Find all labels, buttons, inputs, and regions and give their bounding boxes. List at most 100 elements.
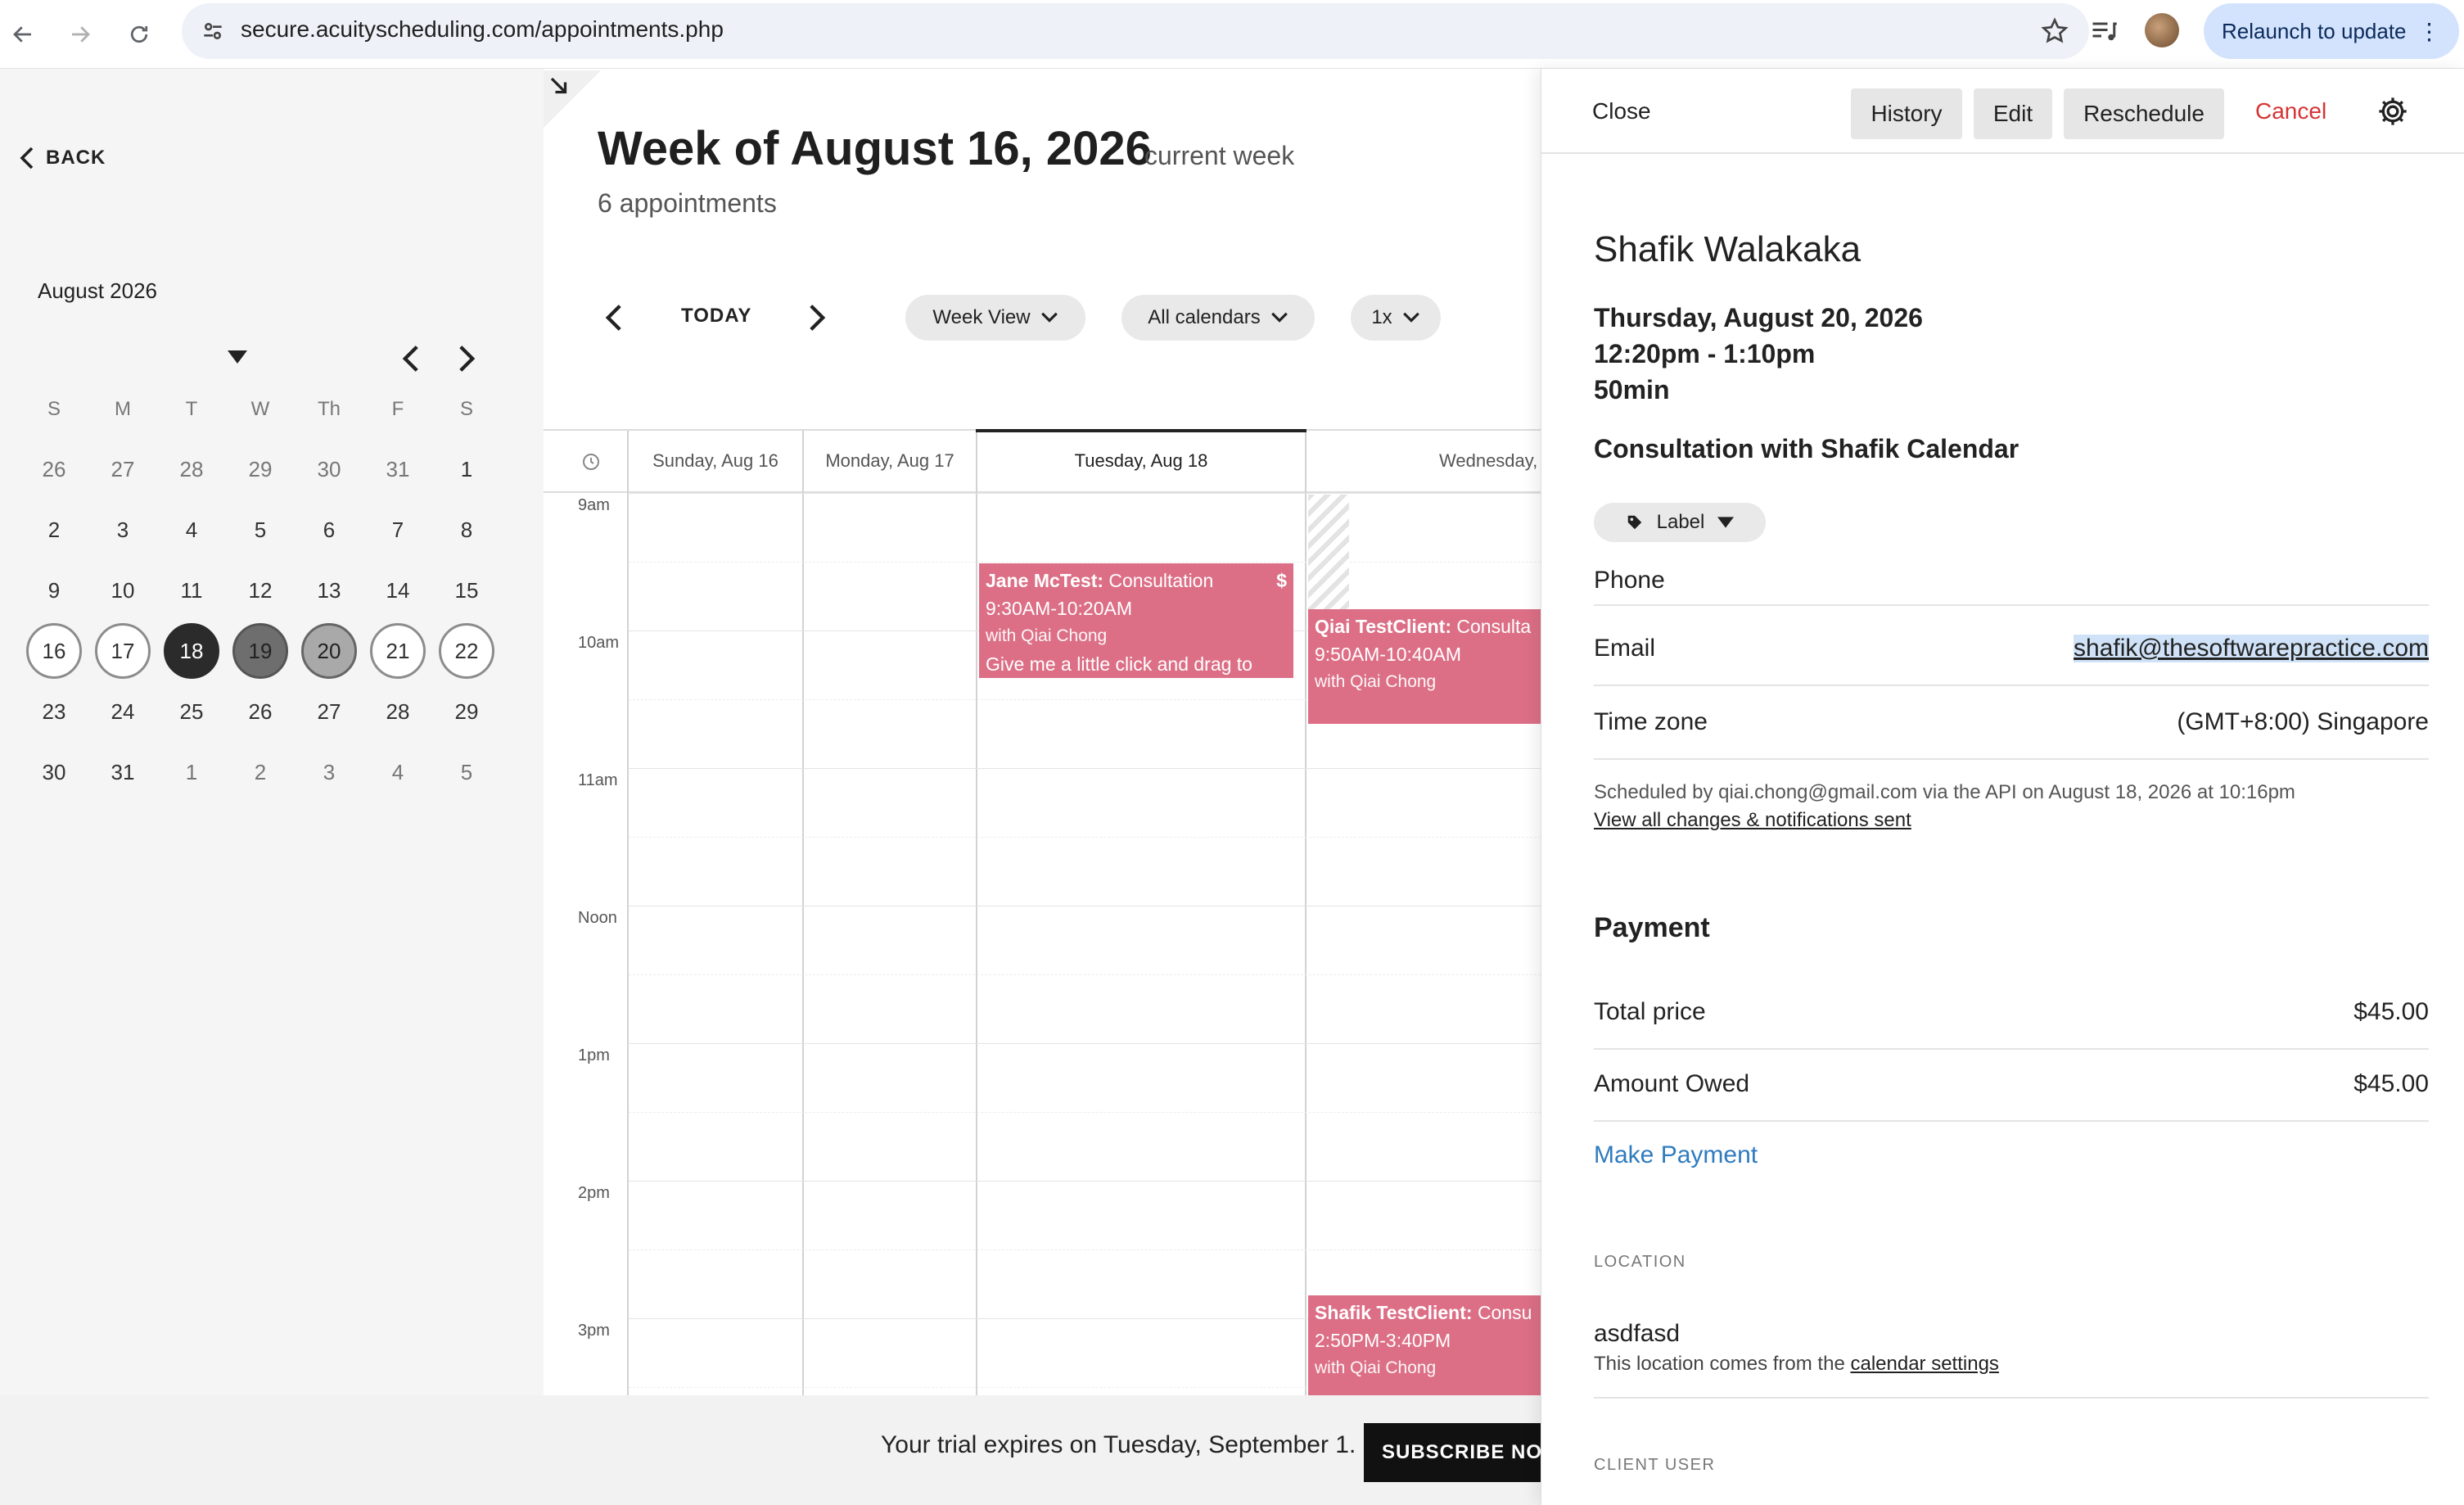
zoom-select[interactable]: 1x xyxy=(1351,295,1441,341)
make-payment-link[interactable]: Make Payment xyxy=(1594,1141,1758,1169)
day-header-monday[interactable]: Monday, Aug 17 xyxy=(804,450,976,472)
calendar-day[interactable]: 21 xyxy=(363,621,432,681)
calendar-day[interactable]: 7 xyxy=(363,499,432,560)
calendar-day[interactable]: 31 xyxy=(363,439,432,499)
calendar-day[interactable]: 3 xyxy=(295,742,363,802)
calendar-day[interactable]: 16 xyxy=(20,621,88,681)
today-button[interactable]: TODAY xyxy=(681,305,751,328)
appointment-event[interactable]: Shafik TestClient: Consu 2:50PM-3:40PM w… xyxy=(1308,1295,1541,1397)
calendar-day[interactable]: 30 xyxy=(295,439,363,499)
edit-button[interactable]: Edit xyxy=(1974,88,2052,139)
calendar-day[interactable]: 1 xyxy=(157,742,226,802)
total-price-value: $45.00 xyxy=(2353,998,2429,1025)
calendar-day[interactable]: 5 xyxy=(432,742,501,802)
calendar-day[interactable]: 6 xyxy=(295,499,363,560)
forward-arrow-icon[interactable] xyxy=(57,11,103,57)
day-header-tuesday[interactable]: Tuesday, Aug 18 xyxy=(977,450,1305,472)
calendar-day[interactable]: 24 xyxy=(88,681,157,742)
month-dropdown-icon[interactable] xyxy=(228,350,247,368)
calendar-day-selected[interactable]: 18 xyxy=(157,621,226,681)
next-month-icon[interactable] xyxy=(455,344,478,377)
profile-avatar[interactable] xyxy=(2145,13,2179,47)
calendar-day[interactable]: 28 xyxy=(363,681,432,742)
selected-day-accent xyxy=(976,429,1306,432)
calendar-day[interactable]: 26 xyxy=(226,681,295,742)
event-type: Consu xyxy=(1477,1302,1532,1323)
calendar-day[interactable]: 13 xyxy=(295,560,363,621)
url-text[interactable]: secure.acuityscheduling.com/appointments… xyxy=(241,16,724,43)
calendar-day[interactable]: 12 xyxy=(226,560,295,621)
clock-icon[interactable] xyxy=(581,452,601,476)
subscribe-button[interactable]: SUBSCRIBE NO xyxy=(1364,1423,1541,1482)
email-link[interactable]: shafik@thesoftwarepractice.com xyxy=(2074,635,2429,662)
calendar-day[interactable]: 29 xyxy=(226,439,295,499)
prev-month-icon[interactable] xyxy=(399,344,422,377)
calendar-day[interactable]: 3 xyxy=(88,499,157,560)
appointment-event[interactable]: Jane McTest: Consultation $ 9:30AM-10:20A… xyxy=(979,563,1293,678)
appointment-detail-panel: Close History Edit Reschedule Cancel Sha… xyxy=(1541,69,2464,1505)
calendar-day[interactable]: 20 xyxy=(295,621,363,681)
media-control-icon[interactable] xyxy=(2089,16,2119,50)
calendar-day[interactable]: 9 xyxy=(20,560,88,621)
appointment-event[interactable]: Qiai TestClient: Consulta 9:50AM-10:40AM… xyxy=(1308,609,1541,724)
calendars-select[interactable]: All calendars xyxy=(1121,295,1315,341)
gear-icon[interactable] xyxy=(2376,95,2409,132)
calendar-day[interactable]: 30 xyxy=(20,742,88,802)
bookmark-star-icon[interactable] xyxy=(2040,16,2069,50)
relaunch-label: Relaunch to update xyxy=(2222,18,2407,43)
calendar-day[interactable]: 8 xyxy=(432,499,501,560)
calendar-day[interactable]: 26 xyxy=(20,439,88,499)
calendar-day[interactable]: 22 xyxy=(432,621,501,681)
collapse-sidebar-toggle[interactable] xyxy=(544,70,601,128)
back-button[interactable]: BACK xyxy=(18,146,106,170)
calendar-day[interactable]: 23 xyxy=(20,681,88,742)
calendar-day[interactable]: 11 xyxy=(157,560,226,621)
calendar-settings-link[interactable]: calendar settings xyxy=(1850,1353,1998,1375)
calendar-day[interactable]: 14 xyxy=(363,560,432,621)
hour-line xyxy=(629,1043,1541,1044)
hour-line xyxy=(629,768,1541,769)
chevron-down-icon xyxy=(1402,312,1419,323)
day-header-sunday[interactable]: Sunday, Aug 16 xyxy=(629,450,802,472)
calendar-day[interactable]: 2 xyxy=(226,742,295,802)
calendar-day[interactable]: 4 xyxy=(157,499,226,560)
calendar-day[interactable]: 25 xyxy=(157,681,226,742)
view-select[interactable]: Week View xyxy=(905,295,1085,341)
calendar-day[interactable]: 2 xyxy=(20,499,88,560)
calendar-day[interactable]: 15 xyxy=(432,560,501,621)
cancel-button[interactable]: Cancel xyxy=(2255,98,2326,124)
time-label: 2pm xyxy=(578,1184,610,1202)
day-ring: 18 xyxy=(164,623,219,679)
label-button[interactable]: Label xyxy=(1594,503,1766,542)
next-week-icon[interactable] xyxy=(806,303,828,337)
calendar-day[interactable]: 28 xyxy=(157,439,226,499)
half-hour-line xyxy=(629,562,1541,563)
calendar-day[interactable]: 10 xyxy=(88,560,157,621)
calendar-day[interactable]: 19 xyxy=(226,621,295,681)
calendar-day[interactable]: 31 xyxy=(88,742,157,802)
prev-week-icon[interactable] xyxy=(602,303,625,337)
calendar-day[interactable]: 1 xyxy=(432,439,501,499)
scheduled-by-text: Scheduled by qiai.chong@gmail.com via th… xyxy=(1594,781,2295,803)
back-arrow-icon[interactable] xyxy=(0,11,46,57)
calendar-day[interactable]: 5 xyxy=(226,499,295,560)
calendar-day[interactable]: 27 xyxy=(88,439,157,499)
reschedule-button[interactable]: Reschedule xyxy=(2064,88,2224,139)
reload-icon[interactable] xyxy=(116,11,162,57)
view-changes-link[interactable]: View all changes & notifications sent xyxy=(1594,809,1911,832)
timezone-label: Time zone xyxy=(1594,708,1708,735)
relaunch-update-button[interactable]: Relaunch to update ⋮ xyxy=(2204,3,2459,59)
weekday-header: F xyxy=(391,398,404,420)
close-button[interactable]: Close xyxy=(1592,98,1651,124)
calendar-day[interactable]: 29 xyxy=(432,681,501,742)
history-button[interactable]: History xyxy=(1851,88,1962,139)
calendar-day[interactable]: 4 xyxy=(363,742,432,802)
calendar-week-row: 26 27 28 29 30 31 1 xyxy=(20,439,501,499)
calendar-day[interactable]: 27 xyxy=(295,681,363,742)
event-note: Give me a little click and drag to xyxy=(986,653,1252,675)
site-settings-icon[interactable] xyxy=(200,18,226,48)
calendar-day[interactable]: 17 xyxy=(88,621,157,681)
half-hour-line xyxy=(629,837,1541,838)
time-label: 3pm xyxy=(578,1322,610,1340)
address-bar[interactable]: secure.acuityscheduling.com/appointments… xyxy=(182,3,2089,59)
